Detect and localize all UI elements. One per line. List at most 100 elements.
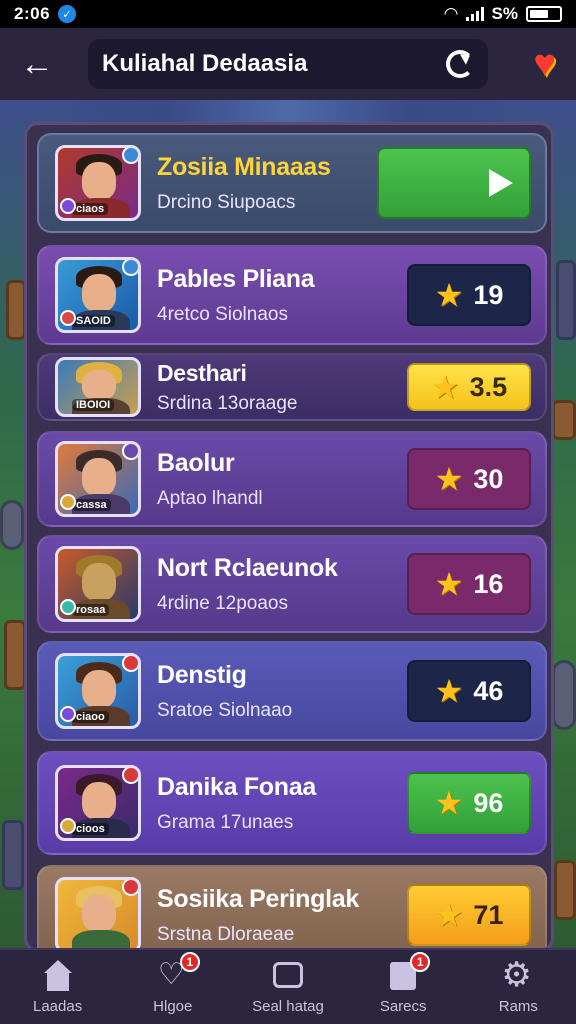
level-badge	[60, 599, 76, 615]
level-badge	[60, 818, 76, 834]
list-item[interactable]: ciaos Zosiia Minaaas Drcino Siupoacs	[37, 133, 547, 233]
search-box[interactable]	[88, 39, 488, 89]
avatar	[55, 877, 141, 949]
player-subtitle: Aptao lhandl	[157, 487, 263, 509]
score-value: 71	[473, 899, 504, 930]
heart-icon: ♥	[533, 42, 556, 85]
avatar: IBOIOI	[55, 357, 141, 417]
avatar: rosaa	[55, 546, 141, 622]
star-icon: ★	[434, 277, 464, 313]
player-subtitle: Drcino Siupoacs	[157, 191, 296, 213]
pillar-decoration	[2, 820, 24, 890]
rank-badge	[122, 656, 138, 672]
status-bar: 2:06 ✓ ◠ S%	[0, 0, 576, 28]
back-button[interactable]: ←	[20, 47, 60, 81]
crate-decoration	[6, 280, 26, 340]
list-item[interactable]: cassa Baolur Aptao lhandl ★ 30	[37, 431, 547, 527]
player-subtitle: Grama 17unaes	[157, 811, 294, 833]
nav-item-cards[interactable]: 1 Sarecs	[348, 951, 458, 1015]
score-button[interactable]: ★ 96	[407, 772, 531, 834]
wifi-icon: ◠	[444, 4, 458, 23]
crate-decoration	[4, 620, 26, 690]
panel-notch	[247, 122, 387, 125]
rock-decoration	[552, 660, 576, 730]
score-button[interactable]: ★ 3.5	[407, 363, 531, 411]
app-header: ← ♥	[0, 28, 576, 100]
player-name: Zosiia Minaaas	[157, 152, 331, 181]
nav-item-likes[interactable]: ♡ 1 Hlgoe	[118, 951, 228, 1015]
rank-badge	[122, 148, 138, 164]
crate-decoration	[552, 400, 576, 440]
level-badge	[60, 310, 76, 326]
star-icon: ★	[434, 566, 464, 602]
refresh-icon[interactable]	[446, 50, 474, 78]
avatar-tag: IBOIOI	[72, 399, 115, 411]
nav-item-settings[interactable]: ⚙ Rams	[463, 955, 573, 1015]
battery-icon	[526, 6, 562, 22]
clock: 2:06	[14, 4, 51, 23]
avatar-tag: cioos	[72, 823, 109, 835]
level-badge	[60, 198, 76, 214]
avatar: cioos	[55, 765, 141, 841]
score-value: 30	[473, 463, 504, 494]
list-item[interactable]: IBOIOI Desthari Srdina 13oraage ★ 3.5	[37, 353, 547, 421]
player-subtitle: Srdina 13oraage	[157, 392, 298, 414]
avatar: ciaos	[55, 145, 141, 221]
bottom-nav: Laadas ♡ 1 Hlgoe Seal hatag 1 Sarecs ⚙ R…	[0, 948, 576, 1024]
play-icon	[489, 169, 513, 197]
list-item[interactable]: cioos Danika Fonaa Grama 17unaes ★ 96	[37, 751, 547, 855]
score-value: 16	[473, 568, 504, 599]
home-icon	[41, 959, 75, 992]
search-input[interactable]	[102, 50, 446, 78]
score-button[interactable]: ★ 16	[407, 553, 531, 615]
rank-badge	[122, 768, 138, 784]
rank-badge	[122, 260, 138, 276]
nav-label: Laadas	[32, 997, 83, 1015]
play-button[interactable]	[377, 147, 531, 219]
leaderboard-panel: ciaos Zosiia Minaaas Drcino Siupoacs SAO…	[24, 122, 554, 952]
level-badge	[60, 494, 76, 510]
avatar-tag: cassa	[72, 499, 111, 511]
avatar-tag: rosaa	[72, 604, 110, 616]
score-value: 3.5	[469, 371, 508, 402]
notification-badge: 1	[410, 951, 431, 972]
player-name: Nort Rclaeunok	[157, 553, 338, 582]
star-icon: ★	[434, 785, 464, 821]
star-icon: ★	[434, 897, 464, 933]
player-name: Danika Fonaa	[157, 772, 316, 801]
player-name: Baolur	[157, 448, 235, 477]
score-button[interactable]: ★ 71	[407, 884, 531, 946]
player-subtitle: 4retco Siolnaos	[157, 303, 288, 325]
rank-badge	[122, 880, 138, 896]
list-item[interactable]: Sosiika Peringlak Srstna Dloraeae ★ 71	[37, 865, 547, 949]
nav-label: Seal hatag	[252, 997, 324, 1015]
list-item[interactable]: SAOID Pables Pliana 4retco Siolnaos ★ 19	[37, 245, 547, 345]
score-value: 19	[473, 279, 504, 310]
pillar-decoration	[556, 260, 576, 340]
player-name: Sosiika Peringlak	[157, 884, 359, 913]
score-button[interactable]: ★ 46	[407, 660, 531, 722]
avatar-tag: ciaos	[72, 203, 109, 215]
player-subtitle: Sratoe Siolnaao	[157, 699, 293, 721]
gear-icon: ⚙	[501, 955, 532, 994]
rank-badge	[122, 444, 138, 460]
favorite-button[interactable]: ♥	[533, 43, 556, 86]
nav-label: Rams	[498, 997, 538, 1015]
nav-label: Hlgoe	[153, 997, 193, 1015]
score-value: 46	[473, 675, 504, 706]
signal-text: S%	[491, 4, 518, 23]
star-icon: ★	[430, 369, 460, 405]
avatar: cassa	[55, 441, 141, 517]
nav-item-chat[interactable]: Seal hatag	[233, 960, 343, 1015]
player-subtitle: Srstna Dloraeae	[157, 923, 295, 945]
list-item[interactable]: ciaoo Denstig Sratoe Siolnaao ★ 46	[37, 641, 547, 741]
arrow-left-icon: ←	[20, 45, 54, 83]
score-button[interactable]: ★ 19	[407, 264, 531, 326]
list-item[interactable]: rosaa Nort Rclaeunok 4rdine 12poaos ★ 16	[37, 535, 547, 633]
crate-decoration	[554, 860, 576, 920]
player-name: Denstig	[157, 660, 247, 689]
score-button[interactable]: ★ 30	[407, 448, 531, 510]
player-name: Pables Pliana	[157, 264, 315, 293]
nav-item-home[interactable]: Laadas	[3, 959, 113, 1015]
player-name: Desthari	[157, 359, 247, 386]
